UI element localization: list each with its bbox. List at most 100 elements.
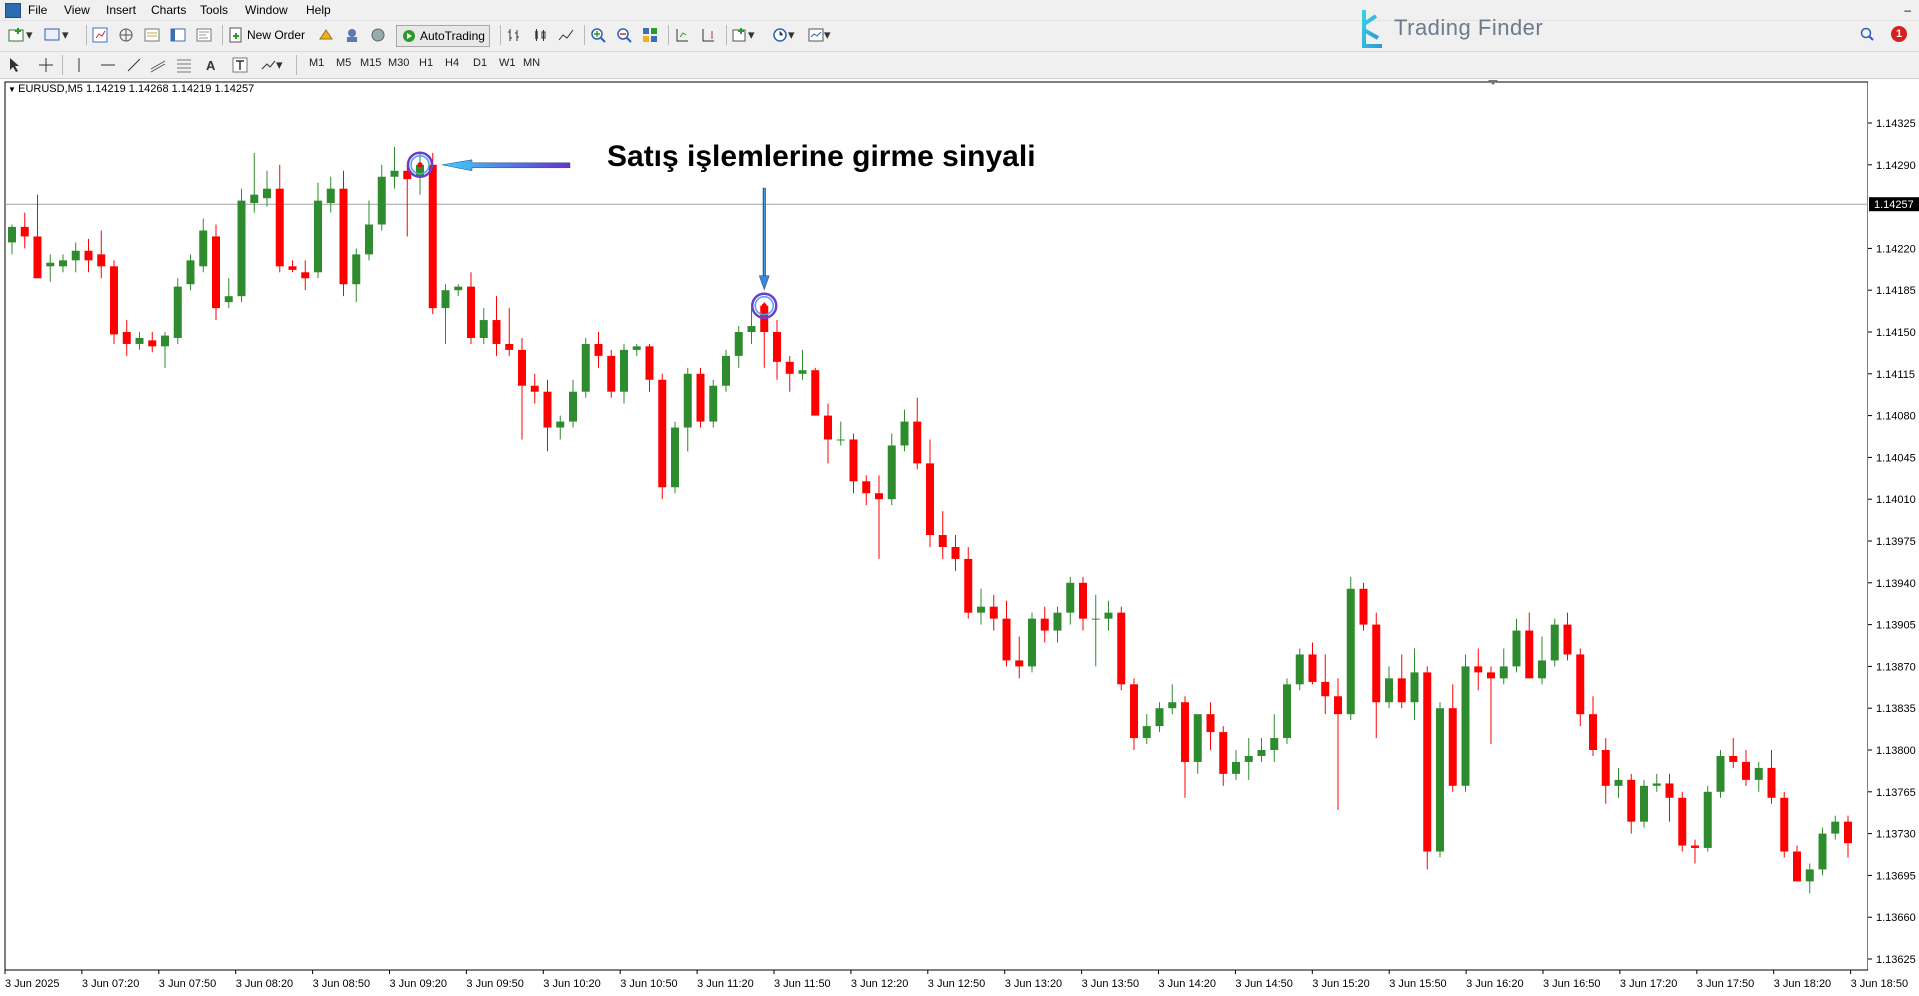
chart-symbol-info: ▼ EURUSD,M5 1.14219 1.14268 1.14219 1.14… [8, 83, 254, 95]
price-label: 1.14080 [1876, 411, 1916, 423]
candle-body [1283, 684, 1291, 739]
candle-body [1742, 761, 1750, 780]
autotrading-button[interactable]: AutoTrading [396, 25, 490, 47]
chart-window[interactable]: 1.14325 1.14290 1.14220 1.14185 1.14150 1.141… [0, 79, 1919, 996]
market-watch-icon[interactable] [92, 25, 108, 45]
timeframe-m30[interactable]: M30 [388, 57, 409, 69]
menu-insert[interactable]: Insert [106, 3, 136, 17]
new-order-button[interactable]: New Order [228, 25, 305, 45]
candle-body [390, 170, 399, 177]
candle-body [1091, 618, 1100, 620]
candle-body [722, 355, 730, 386]
line-chart-icon[interactable] [558, 25, 574, 45]
candle-body [645, 346, 654, 380]
navigator-icon[interactable] [118, 25, 134, 45]
timeframe-w1[interactable]: W1 [499, 57, 516, 69]
candle-body [696, 373, 705, 422]
app-icon [5, 3, 21, 18]
indicators-icon[interactable]: ▾ [732, 25, 755, 45]
menu-tools[interactable]: Tools [200, 3, 228, 17]
chart-shift-icon[interactable] [674, 25, 690, 45]
cursor-icon[interactable] [8, 55, 22, 75]
time-label: 3 Jun 13:50 [1082, 978, 1140, 990]
community-icon[interactable] [344, 25, 360, 45]
candle-body [1780, 797, 1789, 852]
candle-body [1754, 767, 1763, 780]
candle-body [71, 250, 80, 261]
menu-view[interactable]: View [64, 3, 90, 17]
candle-body [212, 236, 220, 309]
profiles-icon[interactable]: ▾ [44, 25, 69, 45]
price-label: 1.14115 [1876, 369, 1915, 381]
timeframe-mn[interactable]: MN [523, 57, 540, 69]
candle-body [288, 266, 297, 270]
channel-icon[interactable] [150, 55, 166, 75]
text-label-icon[interactable] [232, 55, 248, 75]
trendline-icon[interactable] [126, 55, 142, 75]
timeframe-d1[interactable]: D1 [473, 57, 487, 69]
periods-icon[interactable]: ▾ [772, 25, 795, 45]
candle-body [1232, 761, 1240, 774]
tile-windows-icon[interactable] [642, 25, 658, 45]
separator [62, 55, 63, 75]
menu-file[interactable]: File [28, 3, 47, 17]
candle-body [620, 349, 628, 392]
fibonacci-icon[interactable] [176, 55, 192, 75]
candle-body [1295, 654, 1304, 685]
templates-icon[interactable]: ▾ [808, 25, 831, 45]
price-label: 1.14185 [1876, 285, 1916, 297]
terminal-icon[interactable] [170, 25, 186, 45]
candle-body [1691, 845, 1699, 848]
candle-body [1665, 783, 1674, 798]
candlestick-chart-icon[interactable] [532, 25, 548, 45]
timeframe-m15[interactable]: M15 [360, 57, 381, 69]
candle-body [161, 335, 169, 347]
time-label: 3 Jun 09:20 [390, 978, 448, 990]
signals-icon[interactable] [370, 25, 386, 45]
timeframe-h1[interactable]: H1 [419, 57, 433, 69]
autoscroll-icon[interactable] [700, 25, 716, 45]
tester-icon[interactable] [196, 25, 212, 45]
horizontal-line-icon[interactable] [100, 55, 116, 75]
text-icon[interactable]: A [206, 55, 215, 75]
new-chart-icon[interactable]: ▾ [8, 25, 33, 45]
autotrading-label: AutoTrading [420, 29, 485, 43]
candle-body [1512, 630, 1521, 667]
candle-body [110, 266, 118, 335]
minimize-icon[interactable]: – [1904, 3, 1911, 17]
metaeditor-icon[interactable] [318, 25, 334, 45]
timeframe-h4[interactable]: H4 [445, 57, 459, 69]
candle-body [849, 439, 858, 482]
candle-body [1525, 630, 1534, 679]
zoom-in-icon[interactable] [590, 25, 606, 45]
menu-window[interactable]: Window [245, 3, 288, 17]
arrows-icon[interactable]: ▾ [260, 55, 283, 75]
candle-body [1257, 750, 1266, 756]
time-label: 3 Jun 09:50 [466, 978, 524, 990]
timeframe-m5[interactable]: M5 [336, 57, 351, 69]
candle-body [1550, 624, 1559, 661]
candle-body [1487, 672, 1495, 679]
candle-body [1805, 869, 1814, 882]
zoom-out-icon[interactable] [616, 25, 632, 45]
candle-body [135, 337, 144, 344]
candle-body [1423, 672, 1432, 852]
symbol-ohlc-text: EURUSD,M5 1.14219 1.14268 1.14219 1.1425… [18, 83, 255, 95]
time-label: 3 Jun 11:20 [697, 978, 754, 990]
price-label: 1.13905 [1876, 620, 1916, 632]
search-icon[interactable] [1860, 27, 1874, 44]
candle-body [454, 286, 463, 291]
candle-body [1142, 726, 1151, 739]
bar-chart-icon[interactable] [506, 25, 522, 45]
timeframe-m1[interactable]: M1 [309, 57, 324, 69]
crosshair-icon[interactable] [38, 55, 54, 75]
menu-help[interactable]: Help [306, 3, 331, 17]
time-label: 3 Jun 08:50 [313, 978, 371, 990]
menu-charts[interactable]: Charts [151, 3, 186, 17]
notifications-icon[interactable]: 1 [1884, 26, 1907, 44]
time-label: 3 Jun 15:50 [1389, 978, 1447, 990]
data-window-icon[interactable] [144, 25, 160, 45]
price-chart[interactable]: 1.14325 1.14290 1.14220 1.14185 1.14150 1.141… [0, 79, 1919, 996]
vertical-line-icon[interactable] [74, 55, 84, 75]
candle-body [1499, 666, 1508, 679]
